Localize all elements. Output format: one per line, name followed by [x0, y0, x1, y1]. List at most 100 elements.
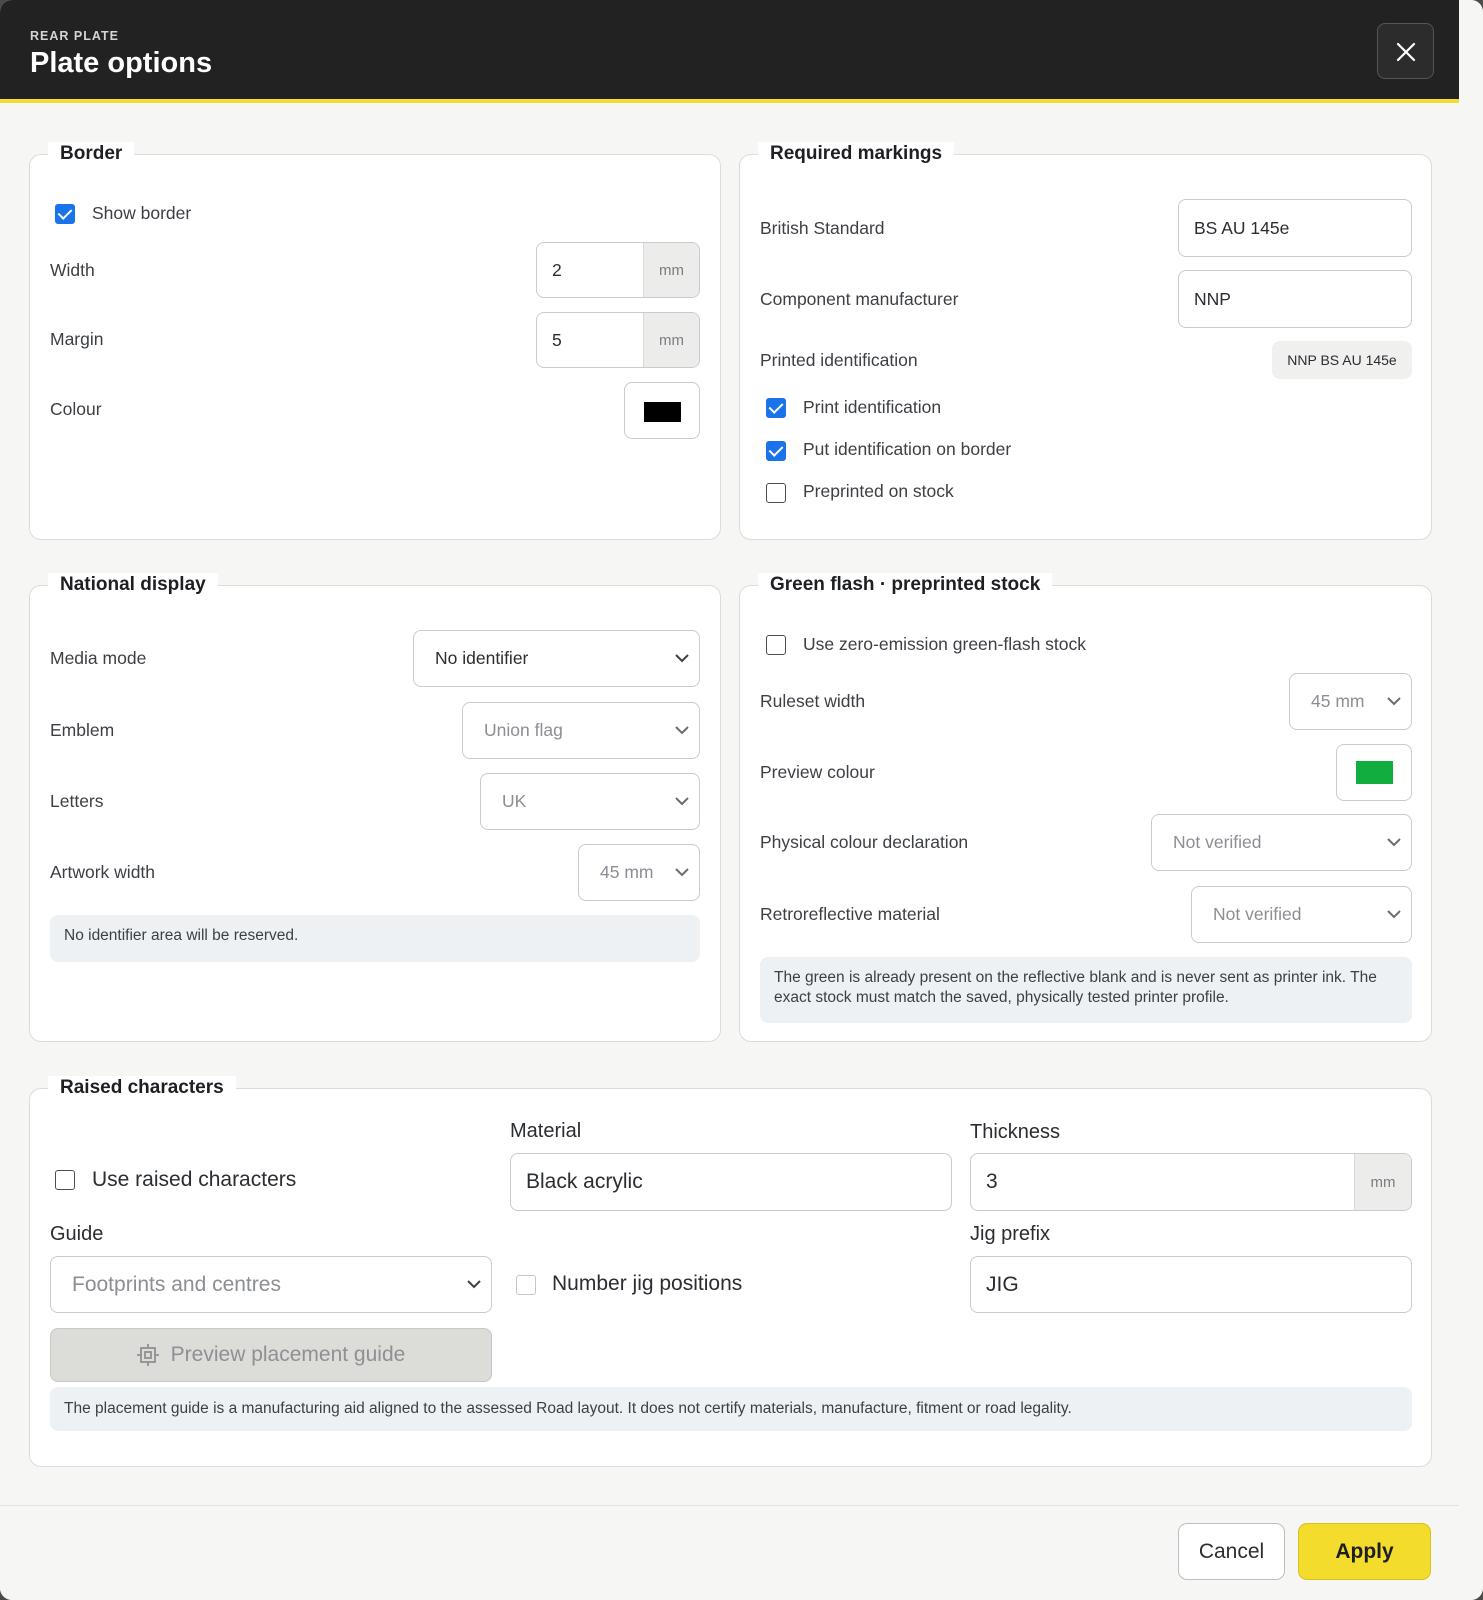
- green-legend: Green flash · preprinted stock: [758, 573, 1053, 597]
- border-colour-picker[interactable]: [624, 382, 700, 439]
- letters-label: Letters: [50, 791, 104, 811]
- placement-guide-icon: [136, 1344, 159, 1366]
- retroreflective-value: Not verified: [1213, 904, 1302, 924]
- id-on-border-checkbox[interactable]: [766, 441, 786, 461]
- preview-colour-picker[interactable]: [1336, 744, 1412, 801]
- retroreflective-select[interactable]: Not verified: [1191, 886, 1412, 943]
- chevron-down-icon: [1387, 837, 1401, 846]
- border-section: Border Show border Width 2 mm Margin 5 m…: [29, 142, 721, 540]
- ruleset-width-label: Ruleset width: [760, 691, 866, 711]
- physical-colour-value: Not verified: [1173, 832, 1262, 852]
- british-standard-label: British Standard: [760, 218, 885, 238]
- dialog-edge: [1459, 0, 1483, 1600]
- margin-input[interactable]: 5 mm: [536, 312, 700, 368]
- preview-placement-guide-label: Preview placement guide: [170, 1343, 406, 1366]
- guide-value: Footprints and centres: [72, 1272, 281, 1296]
- physical-colour-label: Physical colour declaration: [760, 832, 969, 852]
- green-note: The green is already present on the refl…: [760, 957, 1412, 1023]
- border-colour-swatch: [644, 402, 681, 422]
- border-legend: Border: [48, 142, 135, 166]
- printed-id-label: Printed identification: [760, 350, 918, 370]
- dialog-title: Plate options: [30, 47, 213, 79]
- emblem-label: Emblem: [50, 720, 115, 740]
- width-input[interactable]: 2 mm: [536, 242, 700, 298]
- thickness-value: 3: [986, 1170, 998, 1193]
- national-note: No identifier area will be reserved.: [50, 915, 700, 962]
- retroreflective-label: Retroreflective material: [760, 904, 940, 924]
- dialog-footer: Cancel Apply: [0, 1505, 1459, 1600]
- close-button[interactable]: [1377, 23, 1434, 79]
- artwork-width-select[interactable]: 45 mm: [578, 844, 700, 901]
- width-label: Width: [50, 260, 95, 280]
- thickness-unit: mm: [1354, 1154, 1411, 1210]
- media-mode-select[interactable]: No identifier: [413, 630, 700, 687]
- print-id-label: Print identification: [803, 397, 942, 417]
- cancel-button[interactable]: Cancel: [1178, 1523, 1285, 1580]
- national-legend: National display: [48, 573, 218, 597]
- physical-colour-select[interactable]: Not verified: [1151, 814, 1412, 871]
- raised-characters-checkbox[interactable]: [55, 1170, 75, 1190]
- margin-value: 5: [552, 329, 562, 350]
- preview-colour-swatch: [1356, 761, 1393, 784]
- chevron-down-icon: [1387, 909, 1401, 918]
- printed-id-badge: NNP BS AU 145e: [1272, 341, 1412, 379]
- green-flash-section: Green flash · preprinted stock Use zero-…: [739, 573, 1432, 1042]
- material-value: Black acrylic: [526, 1170, 643, 1193]
- material-input[interactable]: Black acrylic: [510, 1153, 952, 1211]
- jig-prefix-input[interactable]: JIG: [970, 1256, 1412, 1313]
- letters-value: UK: [502, 791, 527, 811]
- apply-button[interactable]: Apply: [1298, 1523, 1431, 1580]
- national-display-section: National display Media mode No identifie…: [29, 573, 721, 1042]
- guide-select[interactable]: Footprints and centres: [50, 1256, 492, 1313]
- emblem-value: Union flag: [484, 720, 563, 740]
- margin-unit: mm: [643, 313, 699, 367]
- manufacturer-input[interactable]: NNP: [1178, 270, 1412, 328]
- preprinted-checkbox[interactable]: [766, 483, 786, 503]
- artwork-width-label: Artwork width: [50, 862, 156, 882]
- green-flash-checkbox[interactable]: [766, 635, 786, 655]
- jig-prefix-label: Jig prefix: [970, 1223, 1051, 1245]
- british-standard-value: BS AU 145e: [1194, 217, 1290, 238]
- preprinted-label: Preprinted on stock: [803, 481, 954, 501]
- emblem-select[interactable]: Union flag: [462, 702, 700, 759]
- chevron-down-icon: [467, 1279, 481, 1288]
- media-mode-value: No identifier: [435, 648, 529, 668]
- show-border-label: Show border: [92, 203, 192, 223]
- chevron-down-icon: [675, 653, 689, 662]
- chevron-down-icon: [675, 867, 689, 876]
- required-markings-section: Required markings British Standard BS AU…: [739, 142, 1432, 540]
- raised-characters-label: Use raised characters: [92, 1168, 297, 1191]
- id-on-border-label: Put identification on border: [803, 439, 1012, 459]
- number-jig-checkbox[interactable]: [516, 1275, 536, 1295]
- margin-label: Margin: [50, 329, 104, 349]
- markings-legend: Required markings: [758, 142, 955, 166]
- colour-label: Colour: [50, 399, 102, 419]
- artwork-width-value: 45 mm: [600, 862, 654, 882]
- ruleset-width-select[interactable]: 45 mm: [1289, 673, 1412, 730]
- thickness-label: Thickness: [970, 1121, 1061, 1143]
- letters-select[interactable]: UK: [480, 773, 700, 830]
- preview-placement-guide-button[interactable]: Preview placement guide: [50, 1328, 492, 1382]
- dialog-header: REAR PLATE Plate options: [0, 0, 1459, 103]
- material-label: Material: [510, 1120, 582, 1142]
- dialog-eyebrow: REAR PLATE: [30, 29, 119, 43]
- width-value: 2: [552, 259, 562, 280]
- media-mode-label: Media mode: [50, 648, 147, 668]
- show-border-checkbox[interactable]: [55, 204, 75, 224]
- number-jig-label: Number jig positions: [552, 1272, 743, 1295]
- raised-note: The placement guide is a manufacturing a…: [50, 1387, 1412, 1431]
- plate-options-dialog: REAR PLATE Plate options Border Show bor…: [0, 0, 1483, 1600]
- print-id-checkbox[interactable]: [766, 398, 786, 418]
- chevron-down-icon: [675, 725, 689, 734]
- manufacturer-value: NNP: [1194, 288, 1231, 309]
- green-flash-label: Use zero-emission green-flash stock: [803, 634, 1087, 654]
- manufacturer-label: Component manufacturer: [760, 289, 959, 309]
- preview-colour-label: Preview colour: [760, 762, 875, 782]
- raised-characters-section: Raised characters Use raised characters …: [29, 1076, 1432, 1467]
- chevron-down-icon: [675, 796, 689, 805]
- width-unit: mm: [643, 243, 699, 297]
- british-standard-input[interactable]: BS AU 145e: [1178, 199, 1412, 257]
- thickness-input[interactable]: 3 mm: [970, 1153, 1412, 1211]
- guide-label: Guide: [50, 1223, 104, 1245]
- jig-prefix-value: JIG: [986, 1272, 1019, 1296]
